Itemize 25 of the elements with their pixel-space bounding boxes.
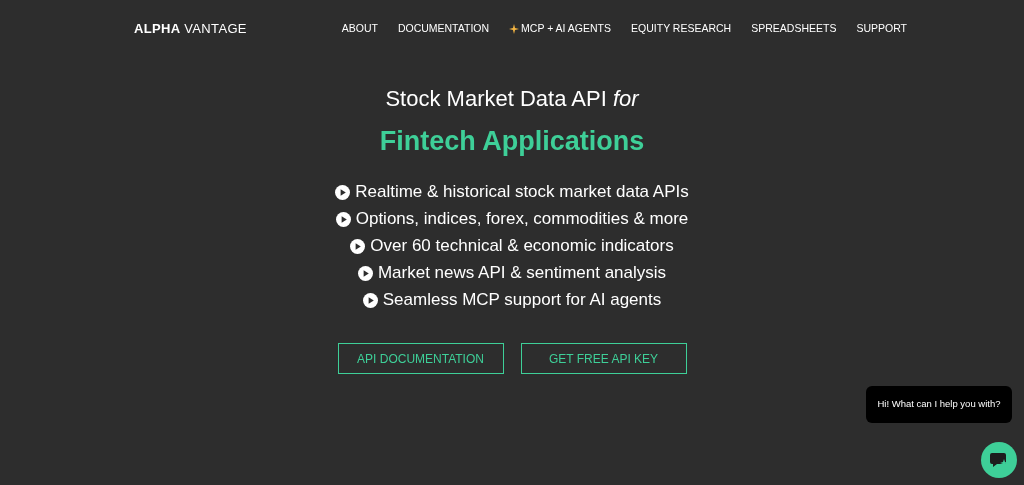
chat-button[interactable] (981, 442, 1017, 478)
play-icon (357, 265, 373, 281)
nav-link[interactable]: SPREADSHEETS (751, 21, 837, 37)
play-icon (335, 184, 351, 200)
play-icon (350, 238, 366, 254)
chat-bubble: Hi! What can I help you with? (866, 386, 1012, 423)
feature-text: Realtime & historical stock market data APIs (355, 182, 689, 202)
nav-link[interactable]: ABOUT (341, 21, 378, 37)
feature-text: Options, indices, forex, commodities & more (355, 209, 689, 229)
chat-icon (990, 452, 1008, 468)
nav-link[interactable]: MCP + AI AGENTS (509, 21, 612, 37)
nav-link[interactable]: SUPPORT (856, 21, 907, 37)
nav-link[interactable]: EQUITY RESEARCH (631, 21, 732, 37)
hero-title: Stock Market Data API for (385, 88, 639, 110)
nav-link[interactable]: DOCUMENTATION (397, 21, 490, 37)
logo[interactable]: ALPHA VANTAGE (134, 19, 247, 39)
feature-text: Market news API & sentiment analysis (377, 263, 667, 283)
hero-subtitle: Fintech Applications (379, 128, 645, 155)
feature-text: Seamless MCP support for AI agents (382, 290, 662, 310)
cta-button[interactable]: GET FREE API KEY (520, 343, 687, 374)
feature-text: Over 60 technical & economic indicators (370, 236, 674, 256)
play-icon (362, 292, 378, 308)
cta-button[interactable]: API DOCUMENTATION (337, 343, 504, 374)
play-icon (335, 211, 351, 227)
sparkle-icon (509, 24, 520, 34)
